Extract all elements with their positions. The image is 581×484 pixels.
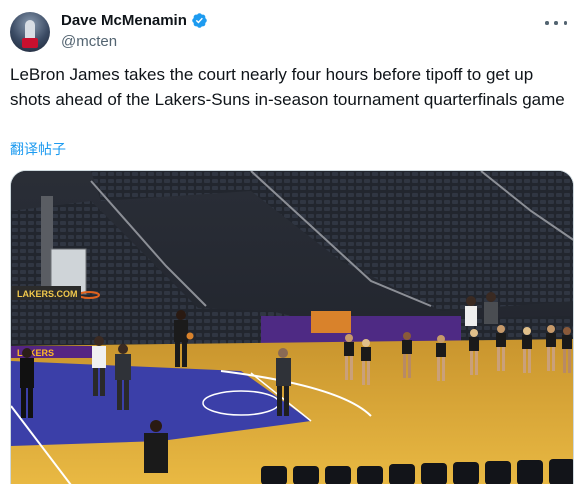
tweet-photo[interactable]: LAKERS.COM LAKERS: [10, 170, 574, 484]
translate-link[interactable]: 翻译帖子: [10, 139, 66, 159]
verified-badge-icon: [191, 12, 208, 29]
name-row: Dave McMenamin: [61, 12, 208, 29]
ball-rack: [311, 311, 351, 333]
banner-text: LAKERS.COM: [17, 289, 78, 299]
avatar-jersey: [22, 38, 38, 48]
avatar[interactable]: [10, 12, 50, 52]
person-staff-right: [465, 296, 477, 326]
tweet-header: Dave McMenamin @mcten: [10, 9, 571, 53]
handle[interactable]: @mcten: [61, 33, 117, 50]
arena-photo: LAKERS.COM LAKERS: [11, 171, 573, 484]
more-options-icon[interactable]: [545, 15, 567, 31]
person-cameraman: [484, 292, 498, 324]
tweet-text: LeBron James takes the court nearly four…: [10, 65, 565, 109]
display-name[interactable]: Dave McMenamin: [61, 12, 187, 29]
